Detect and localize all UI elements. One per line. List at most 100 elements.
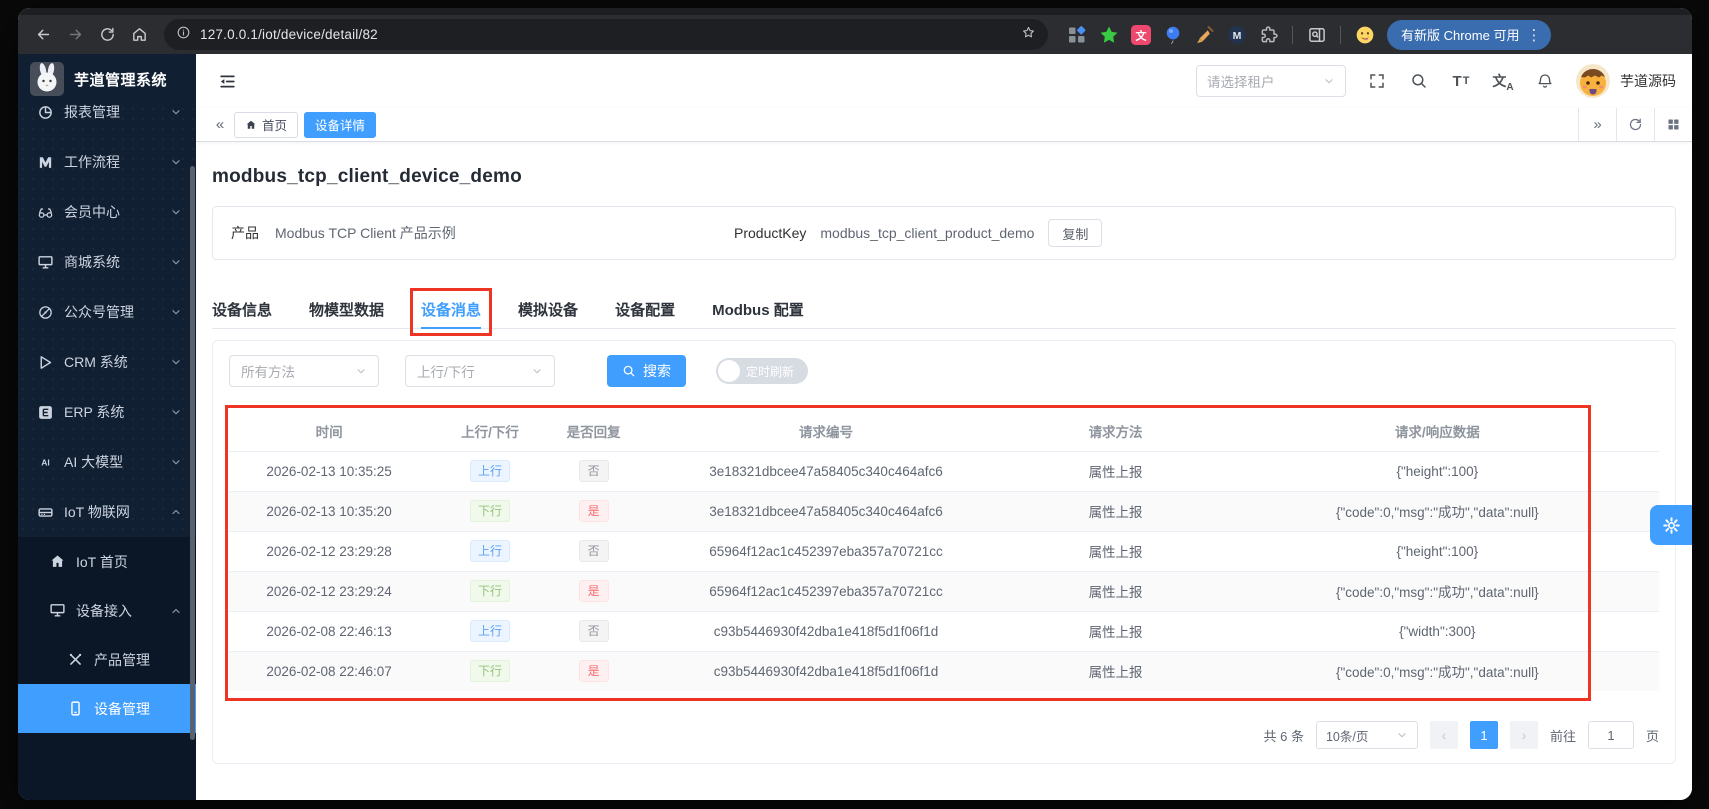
- address-bar[interactable]: 127.0.0.1/iot/device/detail/82: [164, 19, 1048, 50]
- device-tab-label: 设备消息: [421, 302, 482, 319]
- cell-reply: 是: [550, 651, 637, 691]
- screen: 127.0.0.1/iot/device/detail/82 文 M 有新版 C…: [0, 0, 1709, 809]
- locale-icon[interactable]: 文A: [1492, 69, 1514, 93]
- sidebar-item-9[interactable]: IoT 首页: [18, 537, 196, 586]
- search-button[interactable]: 搜索: [607, 355, 686, 387]
- column-header-4: 请求方法: [1015, 411, 1216, 452]
- direction-select[interactable]: 上行/下行: [405, 355, 555, 387]
- layout-grid-icon[interactable]: [1654, 108, 1692, 141]
- fullscreen-icon[interactable]: [1366, 69, 1388, 93]
- next-page-button[interactable]: ›: [1509, 721, 1538, 749]
- sidebar-item-2[interactable]: 会员中心: [18, 187, 196, 237]
- username[interactable]: 芋道源码: [1620, 71, 1676, 91]
- device-tab-5[interactable]: Modbus 配置: [712, 291, 804, 328]
- method-select[interactable]: 所有方法: [229, 355, 379, 387]
- active-tab-underline: [421, 327, 482, 329]
- device-tab-3[interactable]: 模拟设备: [518, 291, 578, 328]
- sidebar-item-6[interactable]: ERP 系统: [18, 387, 196, 437]
- cell-time: 2026-02-12 23:29:24: [229, 571, 430, 612]
- sidebar-submenu-filler: [18, 733, 196, 800]
- ext-balloon-icon[interactable]: [1162, 24, 1183, 45]
- current-page[interactable]: 1: [1469, 721, 1498, 749]
- device-tab-0[interactable]: 设备信息: [212, 291, 272, 328]
- chevron-down-icon: [170, 156, 182, 168]
- device-tab-4[interactable]: 设备配置: [615, 291, 675, 328]
- tenant-select[interactable]: 请选择租户: [1196, 65, 1346, 97]
- toolbar-divider: [1292, 25, 1293, 44]
- sidebar-item-label: 报表管理: [64, 104, 120, 120]
- sidebar-item-1[interactable]: 工作流程: [18, 137, 196, 187]
- chevron-up-icon: [170, 506, 182, 518]
- message-table: 时间 上行/下行 是否回复 请求编号 请求方法 请求/响应数据 2026-02-13 10…: [229, 411, 1659, 691]
- sidebar-item-10[interactable]: 设备接入: [18, 586, 196, 635]
- message-table-body: 2026-02-13 10:35:25 上行否 3e18321dbcee47a584…: [229, 451, 1659, 691]
- pagination: 共 6 条 10条/页 ‹ 1 › 前往 页: [229, 721, 1659, 749]
- refresh-page-icon[interactable]: [1616, 108, 1654, 141]
- ext-translate-icon[interactable]: 文: [1130, 24, 1151, 45]
- chevron-down-icon: [531, 365, 543, 377]
- side-panel-icon[interactable]: [1306, 24, 1327, 45]
- tabs-scroll-left-icon[interactable]: «: [206, 116, 234, 133]
- back-icon[interactable]: [28, 20, 58, 50]
- chrome-update-button[interactable]: 有新版 Chrome 可用 ⋮: [1387, 19, 1552, 50]
- sidebar-item-3[interactable]: 商城系统: [18, 237, 196, 287]
- goto-label: 前往: [1549, 728, 1576, 744]
- profile-avatar-icon[interactable]: [1354, 24, 1375, 45]
- auto-refresh-toggle[interactable]: 定时刷新: [716, 358, 808, 384]
- forward-icon[interactable]: [60, 20, 90, 50]
- ext-dashboard-icon[interactable]: [1066, 24, 1087, 45]
- tab-home[interactable]: 首页: [234, 111, 299, 138]
- user-avatar[interactable]: [1576, 64, 1610, 98]
- prev-page-button[interactable]: ‹: [1429, 721, 1458, 749]
- cell-reply: 是: [550, 491, 637, 532]
- sidebar-item-5[interactable]: CRM 系统: [18, 337, 196, 387]
- locale-glyph: 文: [1492, 73, 1507, 89]
- extensions-puzzle-icon[interactable]: [1258, 24, 1279, 45]
- menu-dots-icon[interactable]: ⋮: [1523, 26, 1544, 44]
- search-icon[interactable]: [1408, 69, 1430, 93]
- cell-direction-tag: 上行: [469, 460, 510, 482]
- cell-method: 属性上报: [1015, 571, 1216, 612]
- ext-broom-icon[interactable]: [1194, 24, 1215, 45]
- url-text[interactable]: 127.0.0.1/iot/device/detail/82: [200, 27, 1012, 42]
- sidebar-item-11[interactable]: 产品管理: [18, 635, 196, 684]
- cell-direction: 上行: [429, 611, 551, 652]
- cell-method: 属性上报: [1015, 531, 1216, 572]
- app-logo-row[interactable]: 芋道管理系统: [18, 54, 196, 104]
- cell-reply-tag: 是: [578, 660, 609, 683]
- device-tab-2[interactable]: 设备消息: [410, 288, 493, 336]
- sidebar-item-8[interactable]: IoT 物联网: [18, 487, 196, 537]
- browser-window: 127.0.0.1/iot/device/detail/82 文 M 有新版 C…: [18, 8, 1692, 800]
- home-icon[interactable]: [124, 20, 154, 50]
- font-size-icon[interactable]: TT: [1450, 69, 1472, 93]
- collapse-sidebar-icon[interactable]: [212, 66, 242, 96]
- tab-device-detail[interactable]: 设备详情: [304, 111, 377, 138]
- site-info-icon[interactable]: [176, 25, 191, 45]
- ext-m-icon[interactable]: M: [1226, 24, 1247, 45]
- reload-icon[interactable]: [92, 20, 122, 50]
- bookmark-star-icon[interactable]: [1021, 25, 1036, 45]
- toolbar-divider: [1340, 25, 1341, 44]
- cell-direction-tag: 下行: [469, 660, 510, 683]
- sidebar-item-7[interactable]: AI AI 大模型: [18, 437, 196, 487]
- page-goto-input[interactable]: [1587, 721, 1634, 749]
- workflow-icon: [36, 153, 54, 171]
- sidebar-item-label: 工作流程: [64, 154, 120, 170]
- erp-icon: [36, 403, 54, 421]
- notification-bell-icon[interactable]: [1534, 69, 1556, 93]
- cell-direction-tag: 上行: [469, 620, 510, 642]
- settings-gear-button[interactable]: [1650, 505, 1692, 545]
- page-size-select[interactable]: 10条/页: [1315, 721, 1418, 749]
- cell-time: 2026-02-08 22:46:07: [229, 651, 430, 691]
- chevron-down-icon: [170, 406, 182, 418]
- tabs-scroll-right-icon[interactable]: »: [1578, 108, 1616, 141]
- sidebar-item-12[interactable]: 设备管理: [18, 684, 196, 733]
- device-tab-1[interactable]: 物模型数据: [309, 291, 384, 328]
- ext-green-star-icon[interactable]: [1098, 24, 1119, 45]
- sidebar-scrollbar[interactable]: [190, 166, 195, 740]
- sidebar-item-4[interactable]: 公众号管理: [18, 287, 196, 337]
- cell-payload: {"code":0,"msg":"成功","data":null}: [1215, 491, 1659, 532]
- app-layout: 芋道管理系统 报表管理工作流程会员中心 商城系统 公众号管理 CRM 系统 ERP 系统…: [18, 54, 1692, 800]
- sidebar-item-label: CRM 系统: [64, 354, 128, 370]
- copy-button[interactable]: 复制: [1048, 219, 1103, 247]
